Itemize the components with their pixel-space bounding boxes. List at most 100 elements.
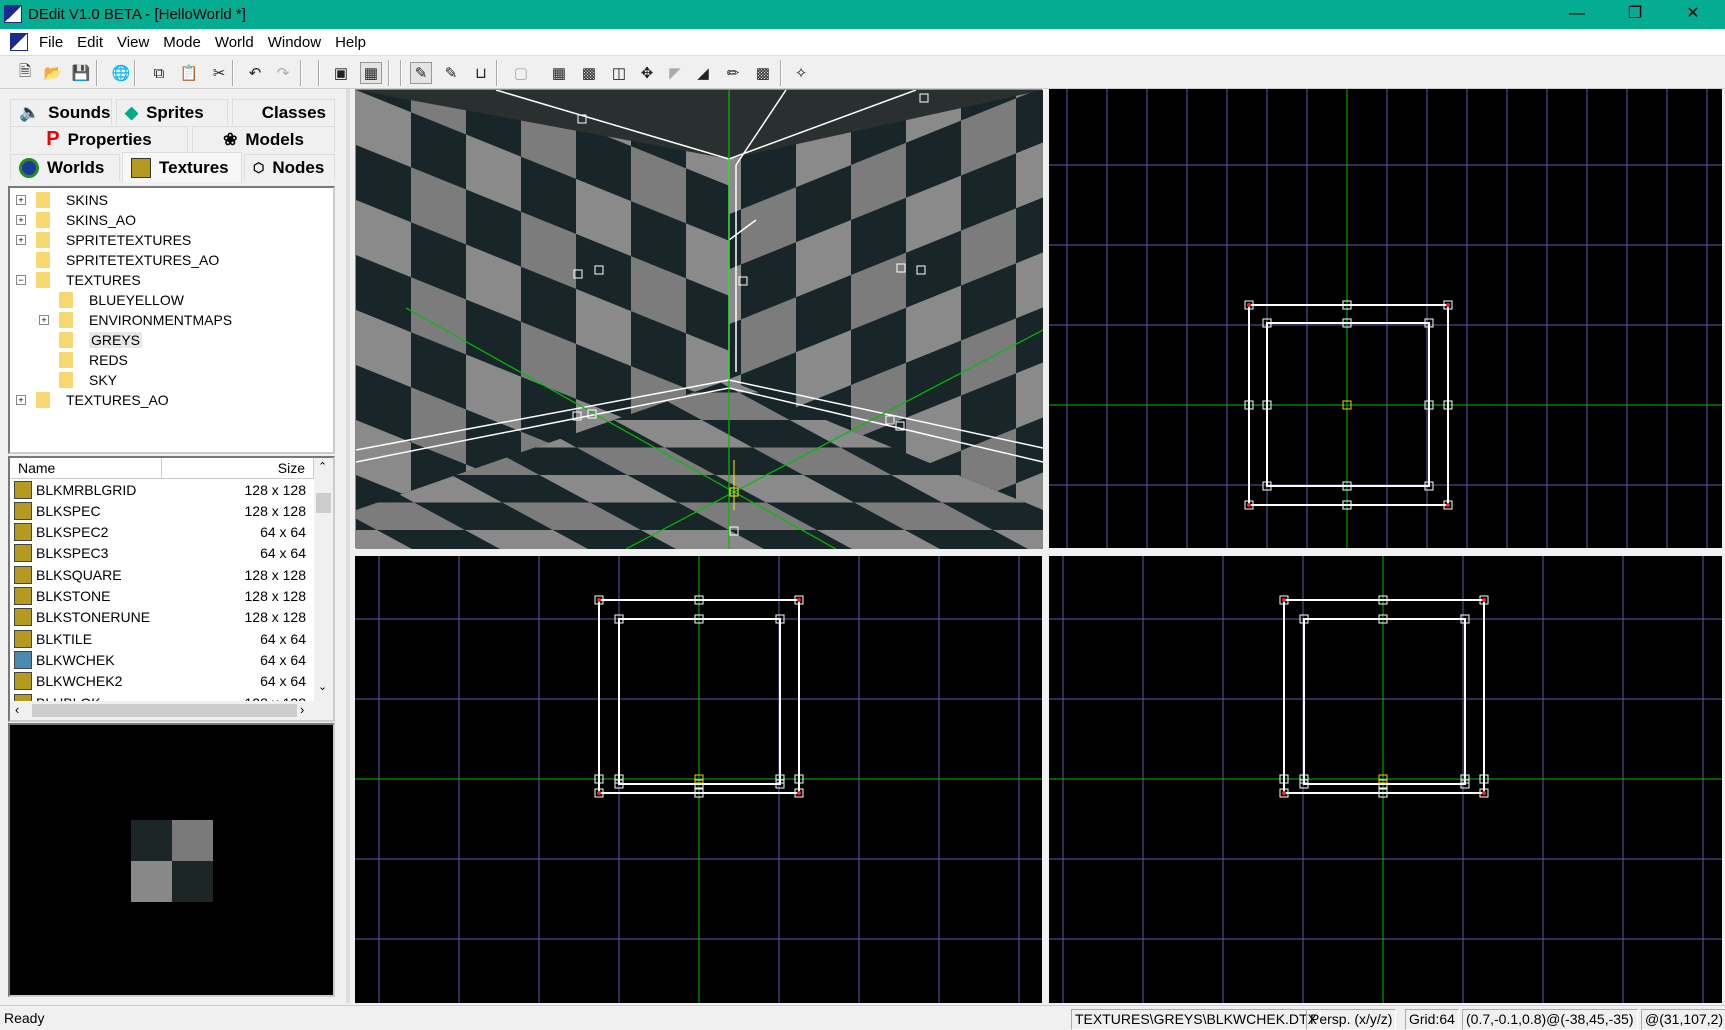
menu-view[interactable]: View xyxy=(110,34,156,51)
brush-mode-button[interactable]: ✎ xyxy=(410,62,432,84)
tree-node[interactable]: + ENVIRONMENTMAPS xyxy=(39,310,232,330)
list-item[interactable]: BLKMRBLGRID 128 x 128 xyxy=(14,479,314,500)
tab-properties[interactable]: P Properties xyxy=(10,126,188,152)
list-item[interactable]: BLKWCHEK2 64 x 64 xyxy=(14,671,314,692)
disabled-button[interactable]: ▢ xyxy=(510,62,532,84)
status-cursor: @(31,107,2) xyxy=(1641,1009,1725,1030)
world-button[interactable]: 🌐 xyxy=(110,62,132,84)
toolbar-separator xyxy=(96,60,98,86)
copy-button[interactable]: ⧉ xyxy=(148,62,170,84)
redo-button[interactable]: ↷ xyxy=(272,62,294,84)
scroll-down-icon[interactable]: ⌄ xyxy=(318,680,327,693)
expand-icon[interactable]: + xyxy=(16,215,26,225)
viewport-front[interactable] xyxy=(355,556,1042,1003)
menu-edit[interactable]: Edit xyxy=(70,34,110,51)
brush-outline xyxy=(1283,599,1485,794)
tab-nodes[interactable]: ⬡ Nodes xyxy=(244,154,335,180)
texture-folder-tree[interactable]: + SKINS + SKINS_AO + SPRITETEXTURES SPRITETEXT… xyxy=(8,186,335,454)
object-mode-button[interactable]: ✎ xyxy=(440,62,462,84)
pick-button[interactable]: ✏ xyxy=(722,62,744,84)
scroll-right-icon[interactable]: › xyxy=(300,702,304,717)
tab-classes[interactable]: Classes xyxy=(232,99,335,125)
paste-button[interactable]: 📋 xyxy=(178,62,200,84)
column-header-size[interactable]: Size xyxy=(162,458,314,479)
list-item[interactable]: BLKSPEC3 64 x 64 xyxy=(14,543,314,564)
viewport-side[interactable] xyxy=(1049,556,1722,1003)
restore-button[interactable]: ❐ xyxy=(1606,0,1664,29)
menu-window[interactable]: Window xyxy=(261,34,328,51)
status-bar: Ready TEXTURES\GREYS\BLKWCHEK.DTX Persp.… xyxy=(0,1005,1725,1030)
tree-node[interactable]: − TEXTURES xyxy=(16,270,141,290)
tab-sounds[interactable]: 🔈 Sounds xyxy=(10,99,112,125)
list-item[interactable]: BLKSTONE 128 x 128 xyxy=(14,586,314,607)
grid-button[interactable]: ▦ xyxy=(548,62,570,84)
splitter[interactable] xyxy=(346,89,350,1003)
models-icon: ❀ xyxy=(223,129,238,149)
tree-node[interactable]: SPRITETEXTURES_AO xyxy=(16,250,219,270)
toolbar-separator xyxy=(134,60,136,86)
list-item[interactable]: BLKSQUARE 128 x 128 xyxy=(14,564,314,585)
tree-node[interactable]: REDS xyxy=(39,350,128,370)
texture-size: 128 x 128 xyxy=(244,588,307,604)
save-button[interactable]: 💾 xyxy=(70,62,92,84)
undo-button[interactable]: ↶ xyxy=(244,62,266,84)
vertical-scrollbar[interactable]: ⌃ ⌄ xyxy=(314,458,333,701)
select-all-button[interactable]: ▦ xyxy=(360,62,382,84)
texture-button[interactable]: ◢ xyxy=(692,62,714,84)
list-item[interactable]: BLKTILE 64 x 64 xyxy=(14,628,314,649)
minimize-button[interactable]: — xyxy=(1548,0,1606,29)
crosshair-button[interactable]: ✧ xyxy=(790,62,812,84)
cut-button[interactable]: ✂ xyxy=(208,62,230,84)
tree-node[interactable]: + SKINS_AO xyxy=(16,210,136,230)
scroll-thumb[interactable] xyxy=(316,493,331,513)
tree-node[interactable]: + SKINS xyxy=(16,190,108,210)
close-button[interactable]: ✕ xyxy=(1664,0,1722,29)
viewport-top[interactable] xyxy=(1049,89,1722,548)
select-node-button[interactable]: ▣ xyxy=(330,62,352,84)
menu-file[interactable]: File xyxy=(32,34,70,51)
tree-node[interactable]: + TEXTURES_AO xyxy=(16,390,169,410)
tree-node[interactable]: SKY xyxy=(39,370,117,390)
texture-size: 64 x 64 xyxy=(260,630,306,647)
tree-node[interactable]: + SPRITETEXTURES xyxy=(16,230,191,250)
menu-mode[interactable]: Mode xyxy=(156,34,208,51)
globe-icon xyxy=(19,157,39,178)
expand-icon[interactable]: + xyxy=(39,315,49,325)
list-item[interactable]: BLKSPEC 128 x 128 xyxy=(14,500,314,521)
horizontal-scrollbar[interactable]: ‹ › xyxy=(10,701,333,720)
expand-icon[interactable]: + xyxy=(16,195,26,205)
scroll-left-icon[interactable]: ‹ xyxy=(15,702,19,717)
viewport-perspective[interactable] xyxy=(355,89,1044,550)
scale-button[interactable]: ◤ xyxy=(664,62,686,84)
vertex-point xyxy=(1446,303,1450,307)
list-item[interactable]: BLKSPEC2 64 x 64 xyxy=(14,522,314,543)
tab-models[interactable]: ❀ Models xyxy=(192,126,335,152)
expand-icon[interactable]: + xyxy=(16,235,26,245)
tree-node-label: SPRITETEXTURES xyxy=(66,232,192,248)
apply-texture-button[interactable]: ▩ xyxy=(752,62,774,84)
tab-sprites[interactable]: ◆ Sprites xyxy=(116,99,228,125)
center-view-button[interactable]: ✥ xyxy=(636,62,658,84)
new-button[interactable]: 🗎 xyxy=(14,62,36,84)
ortho-grid xyxy=(1049,556,1722,1003)
open-button[interactable]: 📂 xyxy=(42,62,64,84)
geometry-mode-button[interactable]: ⊔ xyxy=(470,62,492,84)
tab-textures[interactable]: Textures xyxy=(122,152,242,182)
texture-list[interactable]: Name Size BLKMRBLGRID 128 x 128 BLKSPEC 128… xyxy=(8,456,335,722)
tree-node[interactable]: BLUEYELLOW xyxy=(39,290,184,310)
list-item[interactable]: BLUBLOK128 x 128 xyxy=(14,692,314,701)
scroll-up-icon[interactable]: ⌃ xyxy=(318,460,327,473)
zoom-extents-button[interactable]: ◫ xyxy=(608,62,630,84)
tree-node[interactable]: GREYS xyxy=(39,330,143,350)
list-item[interactable]: BLKSTONERUNE 128 x 128 xyxy=(14,607,314,628)
menu-help[interactable]: Help xyxy=(328,34,373,51)
menu-world[interactable]: World xyxy=(208,34,261,51)
tab-worlds[interactable]: Worlds xyxy=(10,154,120,180)
tree-node-label: SKINS_AO xyxy=(66,212,137,228)
pin-button[interactable]: ▩ xyxy=(578,62,600,84)
column-header-name[interactable]: Name xyxy=(10,458,162,479)
list-item[interactable]: BLKWCHEK 64 x 64 xyxy=(14,649,314,670)
expand-icon[interactable]: + xyxy=(16,395,26,405)
collapse-icon[interactable]: − xyxy=(16,275,26,285)
scroll-thumb-horizontal[interactable] xyxy=(32,704,297,717)
